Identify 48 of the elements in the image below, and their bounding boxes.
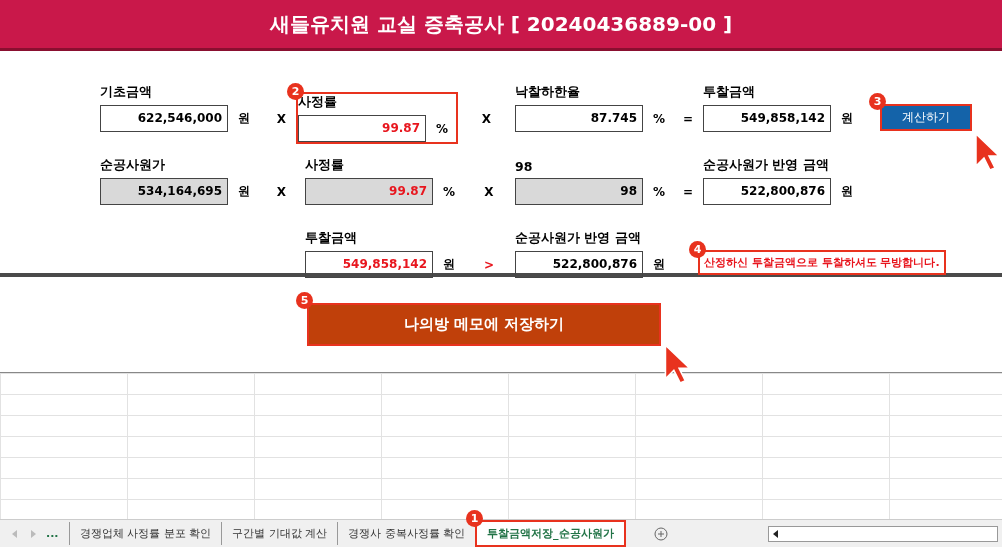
value-field[interactable]: 622,546,000 <box>100 105 228 132</box>
operator-sign: = <box>681 185 695 201</box>
operator-sign: X <box>480 112 493 128</box>
operator-sign: X <box>275 185 288 201</box>
sheet-tab[interactable]: 구간별 기대값 계산 <box>221 522 338 545</box>
unit-label: % <box>436 121 450 136</box>
scroll-right-icon[interactable] <box>30 529 36 538</box>
value-field[interactable]: 549,858,142 <box>703 105 831 132</box>
value-field[interactable]: 522,800,876 <box>515 251 643 278</box>
unit-label: % <box>653 184 667 199</box>
sheet-tab[interactable]: 경쟁업체 사정률 분포 확인 <box>68 522 222 545</box>
unit-label: 원 <box>841 183 854 200</box>
field-label: 기초금액 <box>100 84 153 101</box>
operator-sign: > <box>482 258 496 274</box>
operator-sign: X <box>483 185 495 201</box>
value-field[interactable]: 99.87 <box>298 115 426 142</box>
value-field[interactable]: 98 <box>515 178 643 205</box>
unit-label: % <box>443 184 457 199</box>
field-label: 순공사원가 반영 금액 <box>703 157 830 174</box>
callout-number: 5 <box>296 292 313 309</box>
value-field[interactable]: 87.745 <box>515 105 643 132</box>
field-label: 낙찰하한율 <box>515 84 581 101</box>
field-label: 투찰금액 <box>305 230 358 247</box>
field-label: 사정률 <box>305 157 345 174</box>
unit-label: 원 <box>238 110 251 127</box>
operator-sign: = <box>681 112 695 128</box>
field-label: 투찰금액 <box>703 84 756 101</box>
horizontal-scrollbar[interactable] <box>767 525 998 542</box>
field-label: 98 <box>515 159 534 174</box>
unit-label: % <box>653 111 667 126</box>
value-field[interactable]: 549,858,142 <box>305 251 433 278</box>
callout-number: 4 <box>689 241 706 258</box>
more-tabs[interactable]: ... <box>46 527 59 540</box>
callout-number: 3 <box>869 93 886 110</box>
field-label: 순공사원가 <box>100 157 166 174</box>
field-label: 순공사원가 반영 금액 <box>515 230 642 247</box>
add-sheet-icon[interactable] <box>653 526 668 541</box>
unit-label: 원 <box>238 183 251 200</box>
calculate-button[interactable]: 계산하기 <box>880 104 972 131</box>
value-field[interactable]: 534,164,695 <box>100 178 228 205</box>
unit-label: 원 <box>653 256 666 273</box>
unit-label: 원 <box>841 110 854 127</box>
operator-sign: X <box>275 112 288 128</box>
page-title: 새들유치원 교실 증축공사 [ 20240436889-00 ] <box>269 10 733 38</box>
value-field[interactable]: 522,800,876 <box>703 178 831 205</box>
unit-label: 원 <box>443 256 456 273</box>
save-memo-button[interactable]: 나의방 메모에 저장하기 <box>307 303 661 346</box>
scroll-left-icon[interactable] <box>772 529 779 538</box>
